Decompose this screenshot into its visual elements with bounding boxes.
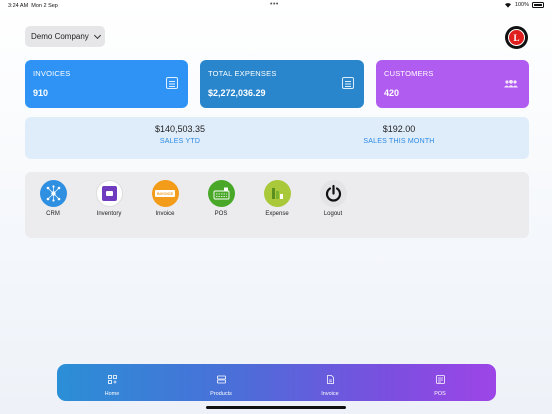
stat-value: $2,272,036.29 xyxy=(208,88,266,98)
battery-percent: 100% xyxy=(514,2,529,8)
tab-label: POS xyxy=(434,391,446,397)
company-selector[interactable]: Demo Company xyxy=(25,26,105,47)
app-label: Logout xyxy=(323,211,343,217)
stat-label: INVOICES xyxy=(33,69,71,78)
inventory-box-glyph xyxy=(101,186,117,201)
tab-invoice[interactable]: Invoice xyxy=(300,371,360,397)
stat-value: 420 xyxy=(384,88,400,98)
apps-panel: CRM Inventory INVOICE Invoice POS Expens… xyxy=(25,172,529,238)
app-pos[interactable]: POS xyxy=(201,180,241,217)
people-icon xyxy=(504,80,518,88)
profile-avatar[interactable]: L xyxy=(505,26,528,49)
status-indicators: 100% xyxy=(504,2,544,8)
home-grid-icon xyxy=(107,375,117,384)
tab-products[interactable]: Products xyxy=(191,371,251,397)
pos-icon xyxy=(207,180,235,207)
power-icon xyxy=(319,180,347,207)
expense-glyph xyxy=(271,188,283,199)
network-glyph xyxy=(46,185,60,202)
invoice-icon: INVOICE xyxy=(151,180,179,207)
app-invoice[interactable]: INVOICE Invoice xyxy=(145,180,185,217)
tab-home[interactable]: Home xyxy=(82,371,142,397)
app-label: Inventory xyxy=(96,211,122,217)
sales-month: $192.00 SALES THIS MONTH xyxy=(299,124,499,145)
stat-value: 910 xyxy=(33,88,49,98)
wifi-icon xyxy=(504,3,511,8)
bottom-tab-bar: Home Products Invoice POS xyxy=(57,364,496,401)
products-icon xyxy=(216,375,226,384)
status-time: 3:24 AM Mon 2 Sep xyxy=(8,3,58,9)
list-icon xyxy=(166,77,178,89)
app-expense[interactable]: Expense xyxy=(257,180,297,217)
app-label: Expense xyxy=(265,211,289,217)
sales-month-label: SALES THIS MONTH xyxy=(363,138,435,145)
power-glyph xyxy=(325,184,341,202)
battery-icon xyxy=(532,2,544,8)
tab-label: Home xyxy=(104,391,120,397)
sales-summary: $140,503.35 SALES YTD $192.00 SALES THIS… xyxy=(25,117,529,159)
avatar-initial: L xyxy=(508,29,525,46)
tab-pos[interactable]: POS xyxy=(410,371,470,397)
status-bar: 3:24 AM Mon 2 Sep ••• 100% xyxy=(0,0,552,12)
multitask-dots[interactable]: ••• xyxy=(270,1,279,8)
pos-tab-icon xyxy=(435,375,445,384)
chevron-down-icon xyxy=(93,31,101,39)
stat-label: TOTAL EXPENSES xyxy=(208,69,277,78)
inventory-icon xyxy=(95,180,123,207)
sales-ytd-label: SALES YTD xyxy=(159,138,201,145)
stat-label: CUSTOMERS xyxy=(384,69,434,78)
total-expenses-card[interactable]: TOTAL EXPENSES $2,272,036.29 xyxy=(200,60,364,108)
customers-card[interactable]: CUSTOMERS 420 xyxy=(376,60,529,108)
invoices-card[interactable]: INVOICES 910 xyxy=(25,60,188,108)
document-icon xyxy=(326,375,334,384)
tab-label: Products xyxy=(210,391,232,397)
invoice-badge: INVOICE xyxy=(154,190,176,197)
app-label: Invoice xyxy=(155,211,175,217)
inventory-box-mark xyxy=(105,191,113,196)
list-icon xyxy=(342,77,354,89)
home-indicator[interactable] xyxy=(206,406,346,409)
app-label: POS xyxy=(214,211,228,217)
tab-label: Invoice xyxy=(321,391,339,397)
app-crm[interactable]: CRM xyxy=(33,180,73,217)
expense-icon xyxy=(263,180,291,207)
app-logout[interactable]: Logout xyxy=(313,180,353,217)
company-name: Demo Company xyxy=(31,32,89,41)
crm-icon xyxy=(39,180,67,207)
sales-ytd: $140,503.35 SALES YTD xyxy=(80,124,280,145)
app-inventory[interactable]: Inventory xyxy=(89,180,129,217)
register-glyph xyxy=(213,187,229,200)
app-label: CRM xyxy=(46,211,60,217)
sales-month-amount: $192.00 xyxy=(382,124,416,134)
sales-ytd-amount: $140,503.35 xyxy=(154,124,206,134)
